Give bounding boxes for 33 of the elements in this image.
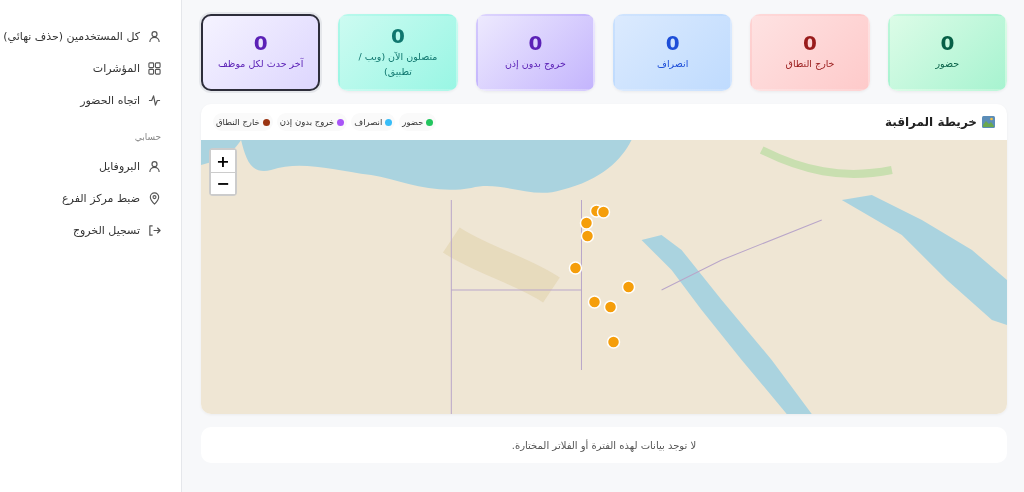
stat-value: 0: [528, 33, 543, 54]
sidebar-item[interactable]: ضبط مركز الفرع: [0, 182, 161, 214]
legend-item: خارج النطاق: [213, 113, 273, 131]
zoom-out-button[interactable]: −: [211, 172, 235, 194]
stat-label: خروج بدون إذن: [504, 57, 566, 72]
sidebar-item[interactable]: المؤشرات: [0, 52, 161, 84]
stat-label: متصلون الآن (ويب / تطبيق): [357, 50, 439, 79]
stat-value: 0: [391, 26, 405, 47]
sidebar-item[interactable]: كل المستخدمين (حذف نهائي): [0, 20, 161, 52]
stat-value: 0: [253, 33, 268, 54]
stat-label: خارج النطاق: [785, 57, 835, 72]
sidebar-item[interactable]: تسجيل الخروج: [0, 214, 161, 246]
legend-item: حضور: [399, 113, 437, 131]
stat-label: انصراف: [657, 57, 689, 72]
legend-item: انصراف: [351, 113, 396, 131]
stat-value: 0: [803, 33, 817, 54]
user-icon: [148, 29, 161, 43]
stat-label: حضور: [935, 57, 960, 72]
sidebar-item[interactable]: اتجاه الحضور: [0, 84, 161, 116]
legend-item: خروج بدون إذن: [276, 113, 348, 131]
pulse-icon: [148, 93, 161, 107]
user-icon: [148, 159, 161, 173]
stat-value: 0: [665, 33, 680, 54]
location-pin-icon: [148, 191, 161, 205]
stat-value: 0: [940, 33, 955, 54]
grid-icon: [148, 61, 161, 75]
empty-state-text: لا توجد بيانات لهذه الفترة أو الفلاتر المختارة.: [511, 439, 697, 451]
stat-label: آخر حدث لكل موظف: [218, 57, 304, 72]
logout-icon: [148, 223, 161, 237]
map-icon: [982, 116, 995, 128]
section-title: حسابي: [133, 132, 161, 142]
map-title: خريطة المراقبة: [884, 115, 977, 129]
sidebar-item[interactable]: البروفايل: [0, 150, 161, 182]
